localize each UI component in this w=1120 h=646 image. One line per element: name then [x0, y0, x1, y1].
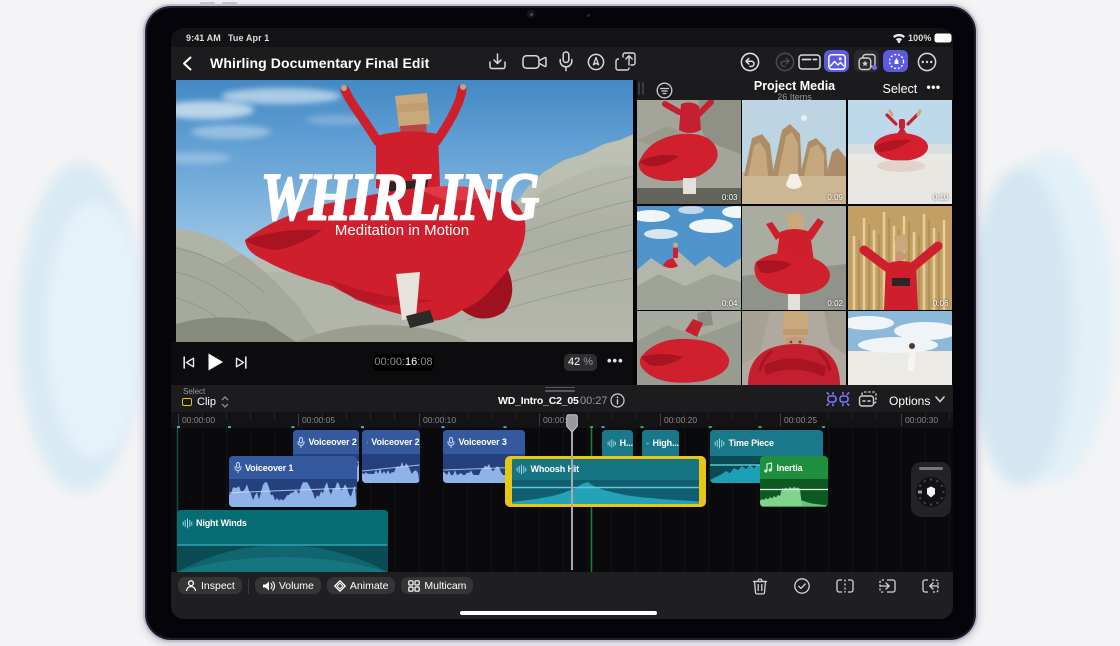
svg-text:00:00:10: 00:00:10: [423, 415, 456, 425]
svg-text:00:00:20: 00:00:20: [664, 415, 697, 425]
svg-text:00:00:05: 00:00:05: [302, 415, 335, 425]
svg-text:00:00:30: 00:00:30: [905, 415, 938, 425]
svg-text:00:00:25: 00:00:25: [784, 415, 817, 425]
svg-text:00:00:00: 00:00:00: [182, 415, 215, 425]
svg-text:Meditation in Motion: Meditation in Motion: [334, 222, 468, 239]
